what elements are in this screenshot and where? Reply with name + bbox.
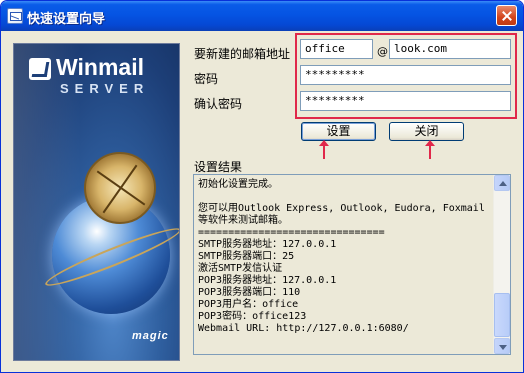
mail-app-icon (7, 8, 23, 24)
result-textbox[interactable]: 初始化设置完成。 您可以用Outlook Express, Outlook, E… (193, 174, 511, 355)
winmail-logo-text: Winmail (56, 54, 144, 80)
scroll-thumb[interactable] (494, 293, 510, 337)
confirm-password-label: 确认密码 (194, 97, 243, 111)
window-title: 快速设置向导 (27, 12, 106, 27)
input-highlight-box (295, 33, 517, 119)
setup-arrow-annotation (319, 140, 329, 159)
window-close-button[interactable] (496, 5, 517, 26)
scroll-down-icon[interactable] (494, 338, 510, 354)
vertical-scrollbar[interactable] (493, 175, 510, 354)
winmail-logo-icon (29, 58, 51, 80)
setup-wizard-window: 快速设置向导 Winmail SERVER magic 要新建的邮箱地址 off… (0, 0, 524, 373)
compass-image (84, 152, 156, 224)
result-label: 设置结果 (194, 160, 243, 174)
server-logo-text: SERVER (60, 81, 150, 96)
magic-logo: magic (132, 330, 169, 342)
winmail-banner: Winmail SERVER magic (13, 43, 180, 361)
close-button[interactable]: 关闭 (389, 122, 464, 141)
result-text: 初始化设置完成。 您可以用Outlook Express, Outlook, E… (198, 179, 485, 334)
password-label: 密码 (194, 72, 219, 86)
setup-button[interactable]: 设置 (301, 122, 376, 141)
close-arrow-annotation (425, 140, 435, 159)
title-bar[interactable]: 快速设置向导 (1, 1, 523, 31)
mailbox-address-label: 要新建的邮箱地址 (194, 47, 291, 61)
scroll-up-icon[interactable] (494, 175, 510, 191)
